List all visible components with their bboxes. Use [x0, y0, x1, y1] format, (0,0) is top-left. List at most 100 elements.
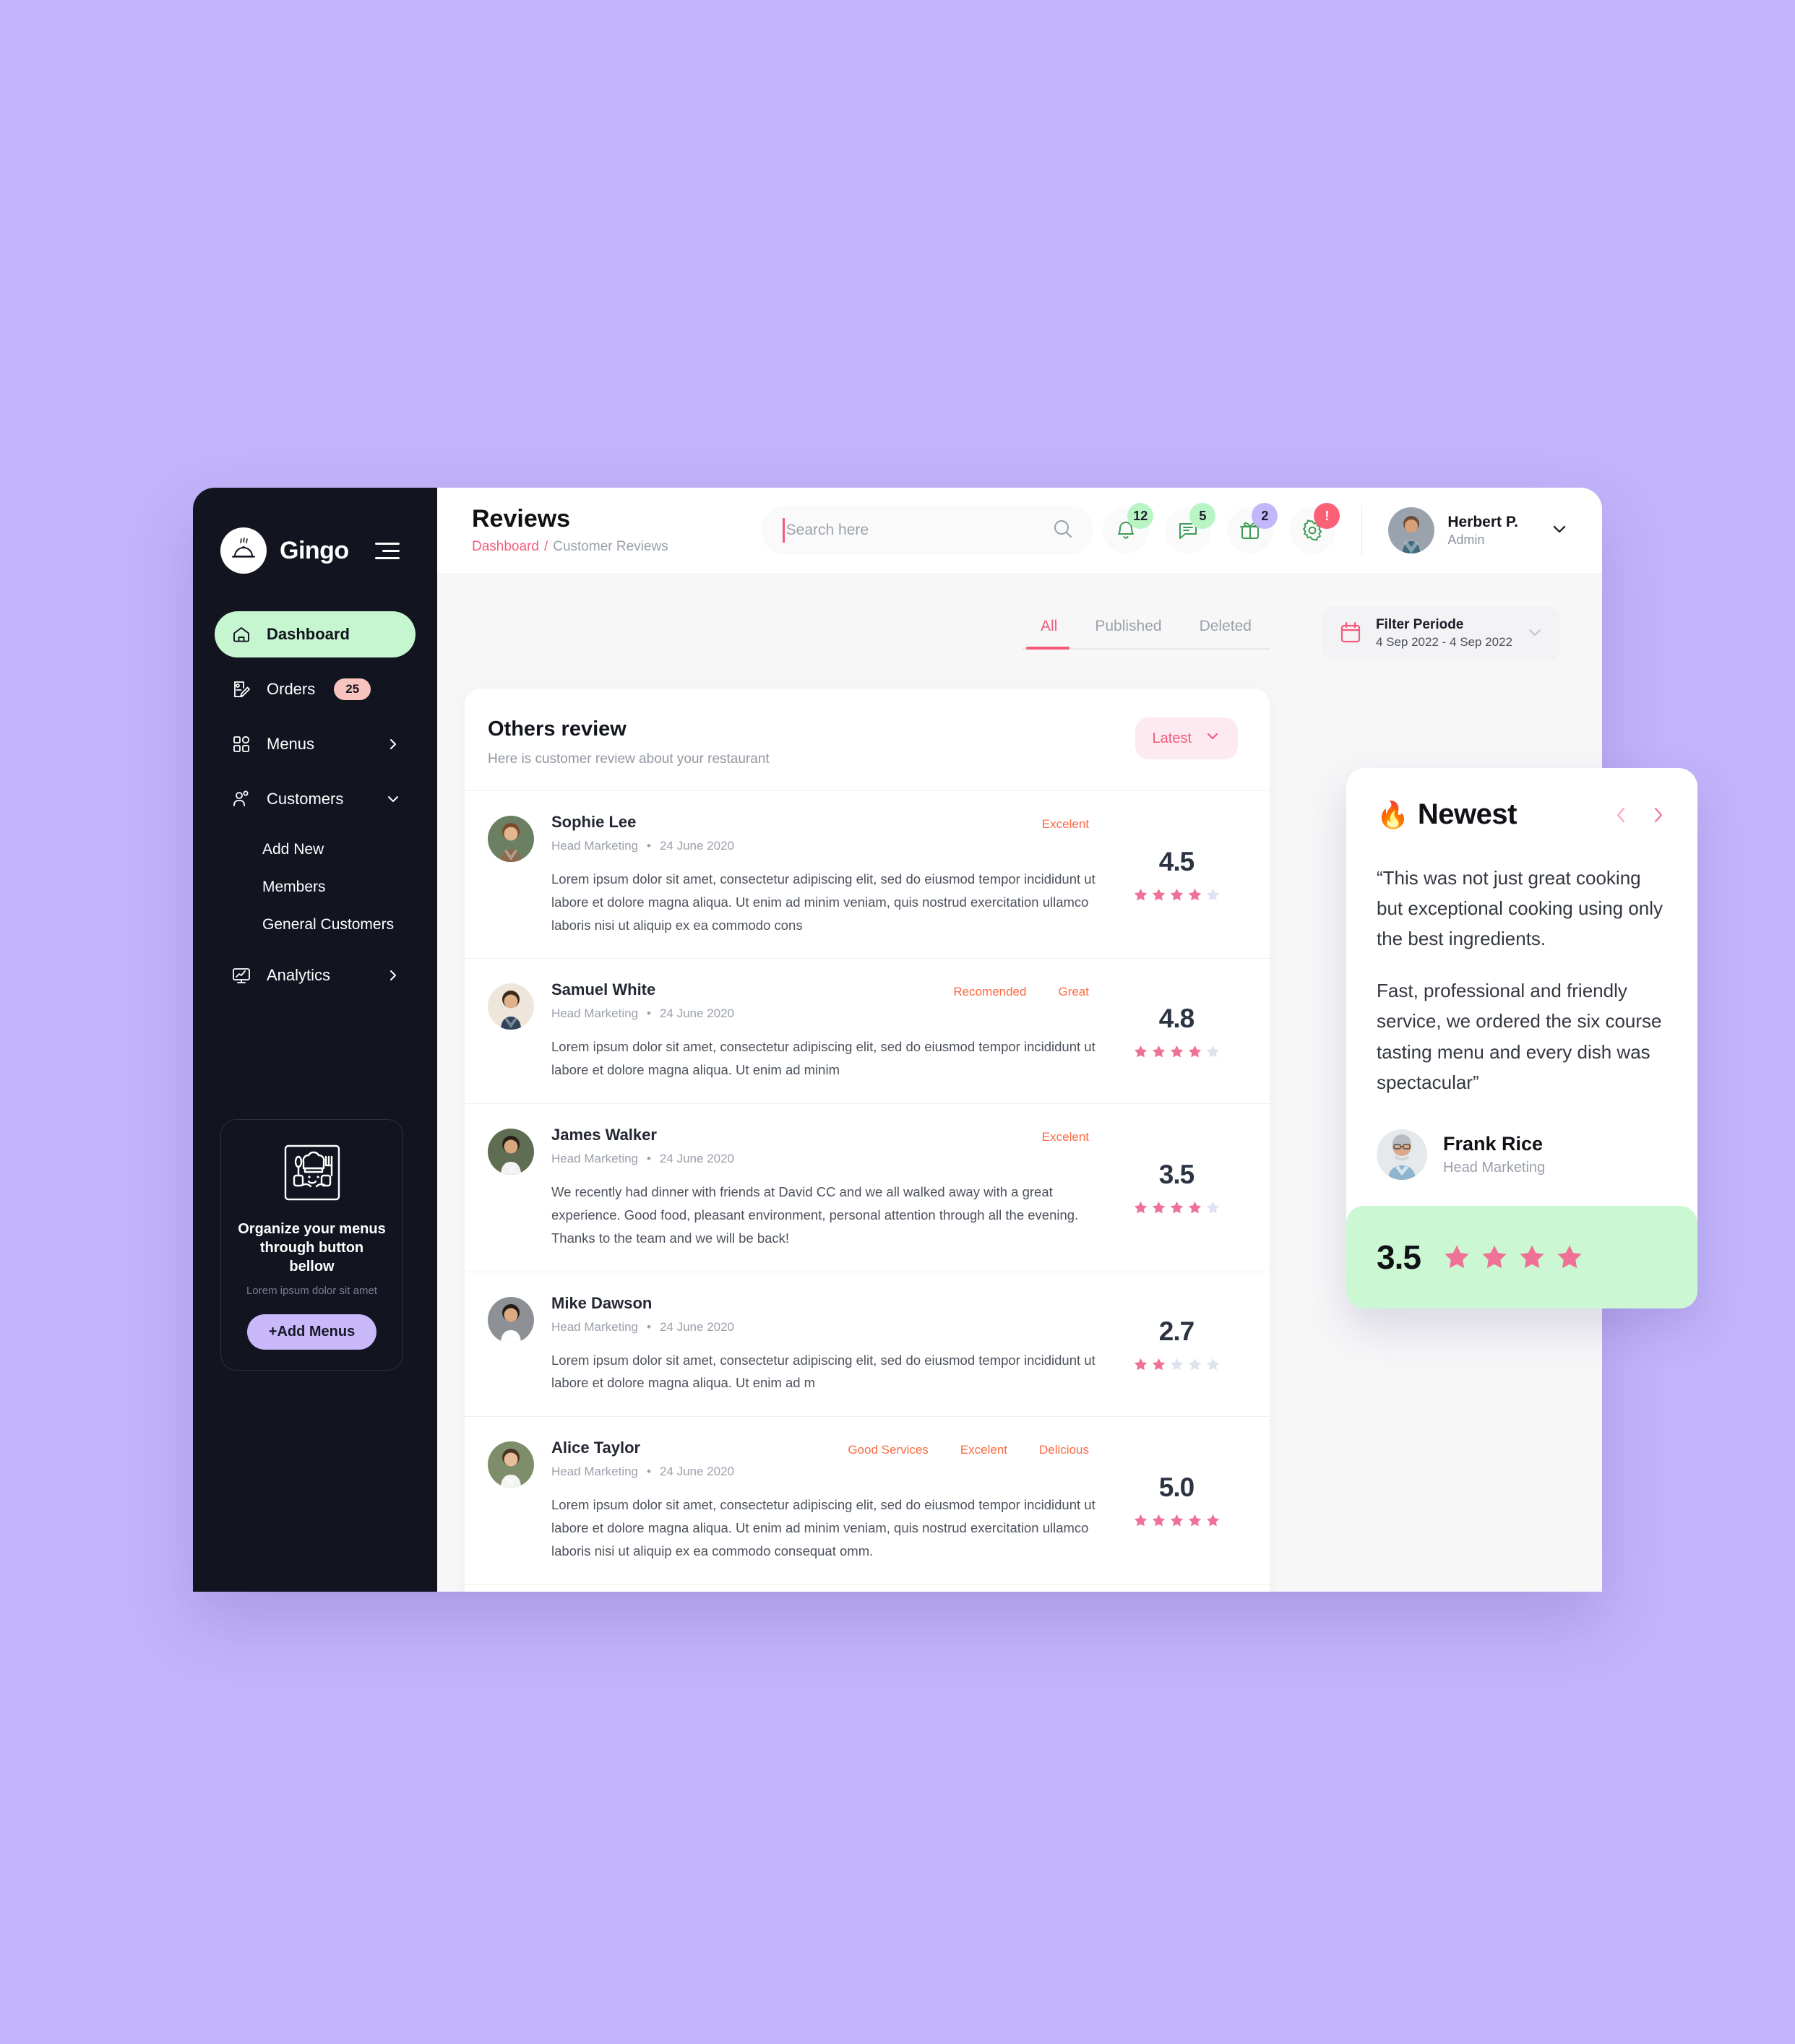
- search-input[interactable]: [785, 522, 1051, 539]
- avatar: [1377, 1129, 1427, 1180]
- review-text: We recently had dinner with friends at D…: [551, 1184, 1079, 1246]
- tab-all[interactable]: All: [1022, 618, 1076, 650]
- text-cursor: [782, 518, 785, 543]
- filter-text: Filter Periode 4 Sep 2022 - 4 Sep 2022: [1376, 616, 1512, 651]
- reviews-list: Sophie Lee Head Marketing • 24 June 2020 Lor…: [465, 790, 1270, 1592]
- review-item[interactable]: Mike Dawson Head Marketing • 24 June 2020 Lo…: [465, 1271, 1270, 1417]
- review-item[interactable]: Samuel White Head Marketing • 24 June 2020 L…: [465, 958, 1270, 1103]
- breadcrumb-dashboard[interactable]: Dashboard: [472, 539, 539, 554]
- sidebar-item-dashboard[interactable]: Dashboard: [215, 611, 416, 657]
- gifts-button[interactable]: 2: [1227, 503, 1278, 553]
- reviewer-avatar: [488, 1441, 534, 1488]
- search-bar[interactable]: [760, 506, 1093, 555]
- user-text: Herbert P. Admin: [1447, 513, 1518, 548]
- star-icon: [1170, 1202, 1183, 1214]
- order-edit-icon: [231, 678, 252, 700]
- tab-label: All: [1040, 618, 1058, 634]
- users-icon: [231, 788, 252, 810]
- review-score: 4.5: [1115, 813, 1238, 936]
- chevron-left-icon[interactable]: [1612, 806, 1631, 824]
- sidebar-item-menus[interactable]: Menus: [215, 721, 416, 767]
- tabs: All Published Deleted: [1021, 618, 1270, 650]
- chevron-down-icon: [1205, 728, 1221, 749]
- tab-active-indicator: [1025, 647, 1069, 650]
- reviewer-meta: Head Marketing • 24 June 2020: [551, 1319, 735, 1334]
- star-icon: [1188, 1358, 1201, 1371]
- star-icon: [1152, 1045, 1165, 1058]
- review-tag: Great: [1058, 985, 1089, 999]
- reviewer-name: James Walker: [551, 1126, 657, 1144]
- toolbar: All Published Deleted Filter Periode 4 S…: [437, 573, 1602, 661]
- review-text: Lorem ipsum dolor sit amet, consectetur …: [551, 1039, 1095, 1078]
- sidebar-item-label: Menus: [267, 735, 315, 753]
- star-icon: [1206, 1358, 1219, 1371]
- notifications-badge: 12: [1127, 503, 1154, 529]
- breadcrumb-separator: /: [543, 538, 548, 554]
- sidebar-subitem-general-customers[interactable]: General Customers: [215, 906, 416, 944]
- filter-value: 4 Sep 2022 - 4 Sep 2022: [1375, 634, 1512, 649]
- sidebar-item-label: Analytics: [267, 966, 331, 984]
- review-tag: Recomended: [953, 985, 1027, 999]
- reviewer-avatar: [488, 1296, 534, 1343]
- sidebar-item-analytics[interactable]: Analytics: [215, 952, 416, 999]
- sidebar-item-orders[interactable]: Orders 25: [215, 666, 416, 712]
- avatar: [488, 983, 534, 1030]
- reviewer-name: Sophie Lee: [551, 813, 637, 831]
- hamburger-menu-icon[interactable]: [374, 542, 400, 559]
- sidebar-item-customers[interactable]: Customers: [215, 776, 416, 822]
- search-icon[interactable]: [1051, 517, 1075, 544]
- reviewer-name: Mike Dawson: [551, 1293, 653, 1312]
- user-name: Herbert P.: [1447, 513, 1518, 530]
- tab-published[interactable]: Published: [1076, 618, 1180, 650]
- star-icon: [1445, 1245, 1469, 1268]
- messages-button[interactable]: 5: [1165, 503, 1216, 553]
- sidebar-subitem-add-new[interactable]: Add New: [215, 831, 416, 868]
- chevron-down-icon[interactable]: [1550, 519, 1569, 542]
- fire-emoji-icon: 🔥: [1377, 799, 1409, 829]
- review-item[interactable]: Steven CampbellHead Marketing•24 June 20…: [465, 1584, 1270, 1592]
- calendar-icon: [1338, 620, 1363, 648]
- user-menu[interactable]: Herbert P. Admin: [1388, 507, 1569, 553]
- reviews-card-header: Others review Here is customer review ab…: [465, 689, 1270, 790]
- filter-period-selector[interactable]: Filter Periode 4 Sep 2022 - 4 Sep 2022: [1322, 606, 1560, 661]
- sort-latest-button[interactable]: Latest: [1135, 717, 1238, 759]
- settings-button[interactable]: !: [1289, 503, 1340, 553]
- star-icon: [1188, 1045, 1201, 1058]
- score-value: 3.5: [1158, 1160, 1194, 1190]
- reviews-card: Others review Here is customer review ab…: [465, 689, 1270, 1592]
- notifications-button[interactable]: 12: [1103, 503, 1154, 553]
- sidebar-nav: Dashboard Orders 25 Menus Customers Add …: [193, 611, 437, 999]
- chevron-right-icon[interactable]: [1648, 806, 1667, 824]
- review-text: Lorem ipsum dolor sit amet, consectetur …: [551, 871, 1095, 933]
- sidebar-item-label: Customers: [267, 790, 344, 808]
- review-tags: Excelent: [1042, 817, 1089, 832]
- review-tags: Excelent: [1042, 1130, 1089, 1144]
- star-icon: [1134, 1514, 1147, 1527]
- author-name: Frank Rice: [1443, 1132, 1544, 1155]
- meta-separator: •: [647, 839, 651, 853]
- page-background: Gingo Dashboard Orders 25 Menus Customer…: [0, 0, 1795, 2044]
- review-item[interactable]: James Walker Head Marketing • 24 June 2020 W…: [465, 1103, 1270, 1271]
- orders-badge: 25: [334, 678, 371, 700]
- sidebar-item-label: Dashboard: [267, 625, 350, 643]
- meta-separator: •: [647, 1152, 651, 1166]
- star-icon: [1134, 1202, 1147, 1214]
- chevron-down-icon[interactable]: [1525, 623, 1544, 645]
- top-actions: 12 5 2 ! Herbert P. Admin: [1103, 503, 1569, 556]
- brand: Gingo: [193, 488, 437, 574]
- sidebar: Gingo Dashboard Orders 25 Menus Customer…: [193, 488, 437, 1592]
- sidebar-subitem-members[interactable]: Members: [215, 868, 416, 906]
- tab-deleted[interactable]: Deleted: [1181, 618, 1270, 650]
- star-icon: [1520, 1245, 1544, 1268]
- avatar: [488, 816, 534, 862]
- author-role: Head Marketing: [1443, 1159, 1546, 1176]
- star-icon: [1557, 1245, 1582, 1268]
- review-score: 5.0: [1115, 1439, 1238, 1562]
- star-icon: [1593, 1243, 1622, 1272]
- review-item[interactable]: Alice Taylor Head Marketing • 24 June 2020 L…: [465, 1416, 1270, 1584]
- review-item[interactable]: Sophie Lee Head Marketing • 24 June 2020 Lor…: [465, 790, 1270, 958]
- star-icon: [1134, 1358, 1147, 1371]
- star-icon: [1206, 1202, 1219, 1214]
- add-menus-button[interactable]: +Add Menus: [246, 1314, 377, 1350]
- promo-subtitle: Lorem ipsum dolor sit amet: [246, 1285, 377, 1297]
